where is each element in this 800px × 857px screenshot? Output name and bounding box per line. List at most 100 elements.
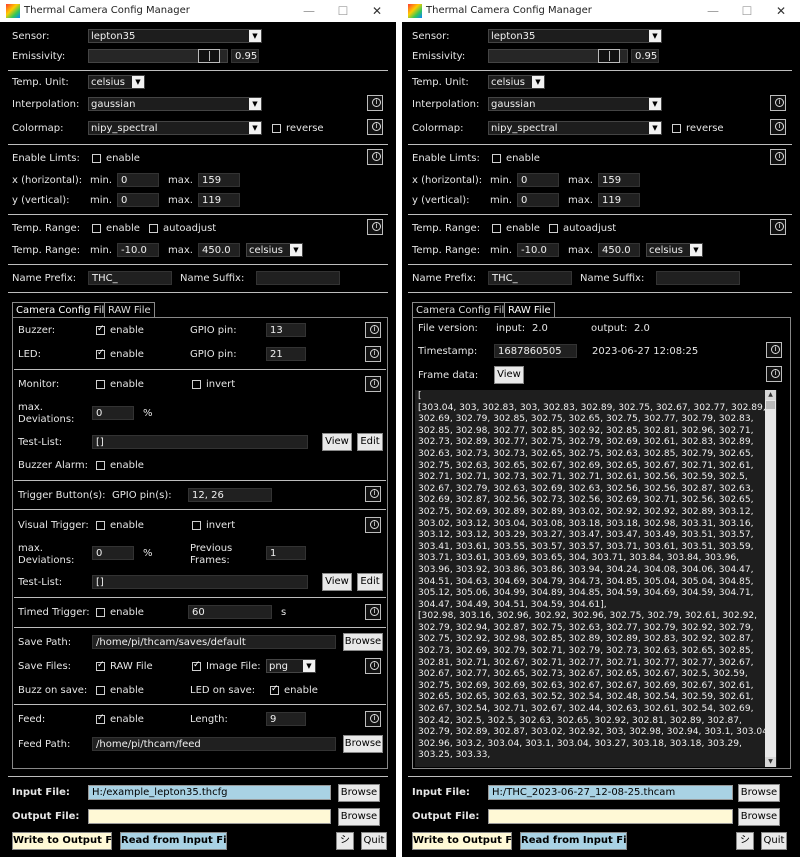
interpolation-combo[interactable]: gaussian ▼ [88, 97, 262, 111]
sensor-combo[interactable]: lepton35 ▼ [88, 29, 262, 43]
autoadjust-checkbox[interactable] [149, 224, 158, 233]
info-icon[interactable] [766, 342, 782, 358]
timestamp-input[interactable]: 1687860505 [494, 344, 577, 358]
input-browse-button[interactable]: Browse [738, 784, 780, 802]
x-min-input[interactable]: 0 [117, 173, 159, 187]
autoadjust-checkbox[interactable] [549, 224, 558, 233]
temp-range-enable-checkbox[interactable] [92, 224, 101, 233]
input-file-field[interactable]: H:/THC_2023-06-27_12-08-25.thcam [488, 785, 733, 800]
input-browse-button[interactable]: Browse [338, 784, 380, 802]
previous-frames-input[interactable]: 1 [266, 546, 306, 560]
minimize-icon[interactable]: — [698, 2, 728, 20]
feed-path-input[interactable]: /home/pi/thcam/feed [92, 737, 336, 751]
quit-button[interactable]: Quit [361, 832, 387, 850]
visual-deviations-input[interactable]: 0 [92, 546, 134, 560]
frame-data-text[interactable]: [ [303.04, 303, 302.83, 303, 302.83, 302… [415, 390, 777, 767]
enable-limits-checkbox[interactable] [92, 154, 101, 163]
info-icon[interactable] [365, 517, 381, 533]
scroll-down-icon[interactable]: ▼ [765, 757, 776, 767]
visual-edit-button[interactable]: Edit [357, 573, 383, 591]
read-input-button[interactable]: Read from Input File [520, 832, 637, 850]
monitor-test-list-input[interactable]: [] [92, 435, 308, 449]
feed-checkbox[interactable] [96, 713, 105, 724]
close-icon[interactable]: ✕ [766, 2, 796, 20]
info-icon[interactable] [770, 119, 786, 135]
reverse-checkbox[interactable] [672, 124, 681, 133]
image-format-combo[interactable]: png ▼ [266, 659, 316, 673]
output-browse-button[interactable]: Browse [338, 808, 380, 826]
input-file-field[interactable]: H:/example_lepton35.thcfg [88, 785, 331, 800]
buzz-on-save-checkbox[interactable] [96, 686, 105, 695]
led-on-save-checkbox[interactable] [270, 684, 279, 695]
info-icon[interactable] [365, 376, 381, 392]
output-file-field[interactable] [88, 809, 331, 824]
tab-raw-file[interactable]: RAW File [504, 302, 555, 318]
temp-max-input[interactable]: 450.0 [198, 243, 240, 257]
save-path-browse-button[interactable]: Browse [343, 633, 383, 651]
temp-unit-combo[interactable]: celsius ▼ [488, 75, 545, 89]
save-path-input[interactable]: /home/pi/thcam/saves/default [92, 635, 336, 649]
feed-path-browse-button[interactable]: Browse [343, 735, 383, 753]
colormap-combo[interactable]: nipy_spectral ▼ [88, 121, 262, 135]
monitor-deviations-input[interactable]: 0 [92, 406, 134, 420]
close-icon[interactable]: ✕ [362, 2, 392, 20]
info-icon[interactable] [770, 219, 786, 235]
reverse-checkbox[interactable] [272, 124, 281, 133]
name-prefix-input[interactable]: THC_ [88, 271, 172, 285]
led-checkbox[interactable] [96, 348, 105, 359]
monitor-view-button[interactable]: View [322, 433, 352, 451]
info-icon[interactable] [365, 322, 381, 338]
y-min-input[interactable]: 0 [117, 193, 159, 207]
feed-length-input[interactable]: 9 [266, 712, 306, 726]
temp-min-input[interactable]: -10.0 [117, 243, 159, 257]
visual-view-button[interactable]: View [322, 573, 352, 591]
output-browse-button[interactable]: Browse [738, 808, 780, 826]
info-icon[interactable] [770, 95, 786, 111]
tab-camera-config-file[interactable]: Camera Config File [412, 302, 515, 318]
buzzer-alarm-checkbox[interactable] [96, 461, 105, 470]
info-icon[interactable] [367, 219, 383, 235]
tab-raw-file[interactable]: RAW File [104, 302, 155, 318]
scroll-up-icon[interactable]: ▲ [765, 390, 776, 400]
monitor-checkbox[interactable] [96, 380, 105, 389]
info-icon[interactable] [367, 149, 383, 165]
temp-range-unit-combo[interactable]: celsius ▼ [246, 243, 303, 257]
output-file-field[interactable] [488, 809, 733, 824]
name-suffix-input[interactable] [656, 271, 740, 285]
minimize-icon[interactable]: — [294, 2, 324, 20]
tab-camera-config-file[interactable]: Camera Config File [12, 302, 115, 318]
y-min-input[interactable]: 0 [517, 193, 559, 207]
sensor-combo[interactable]: lepton35 ▼ [488, 29, 662, 43]
monitor-edit-button[interactable]: Edit [357, 433, 383, 451]
emissivity-slider-handle[interactable] [198, 49, 220, 63]
temp-max-input[interactable]: 450.0 [598, 243, 640, 257]
y-max-input[interactable]: 119 [598, 193, 640, 207]
timed-trigger-input[interactable]: 60 [188, 605, 272, 619]
info-icon[interactable] [367, 95, 383, 111]
info-icon[interactable] [365, 604, 381, 620]
save-image-checkbox[interactable] [192, 660, 201, 671]
mode-toggle-button[interactable]: シ [336, 832, 354, 850]
enable-limits-checkbox[interactable] [492, 154, 501, 163]
info-icon[interactable] [770, 149, 786, 165]
write-output-button[interactable]: Write to Output File [412, 832, 526, 850]
info-icon[interactable] [365, 711, 381, 727]
interpolation-combo[interactable]: gaussian ▼ [488, 97, 662, 111]
visual-invert-checkbox[interactable] [192, 521, 201, 530]
scroll-thumb[interactable] [766, 401, 775, 409]
name-prefix-input[interactable]: THC_ [488, 271, 572, 285]
emissivity-slider-handle[interactable] [598, 49, 620, 63]
temp-min-input[interactable]: -10.0 [517, 243, 559, 257]
x-max-input[interactable]: 159 [598, 173, 640, 187]
name-suffix-input[interactable] [256, 271, 340, 285]
write-output-button[interactable]: Write to Output File [12, 832, 126, 850]
maximize-icon[interactable]: ☐ [732, 2, 762, 20]
frame-data-scrollbar[interactable]: ▲ ▼ [765, 390, 776, 767]
colormap-combo[interactable]: nipy_spectral ▼ [488, 121, 662, 135]
y-max-input[interactable]: 119 [198, 193, 240, 207]
led-gpio-input[interactable]: 21 [266, 347, 306, 361]
frame-view-button[interactable]: View [494, 366, 524, 384]
buzzer-gpio-input[interactable]: 13 [266, 323, 306, 337]
temp-unit-combo[interactable]: celsius ▼ [88, 75, 145, 89]
info-icon[interactable] [766, 366, 782, 382]
